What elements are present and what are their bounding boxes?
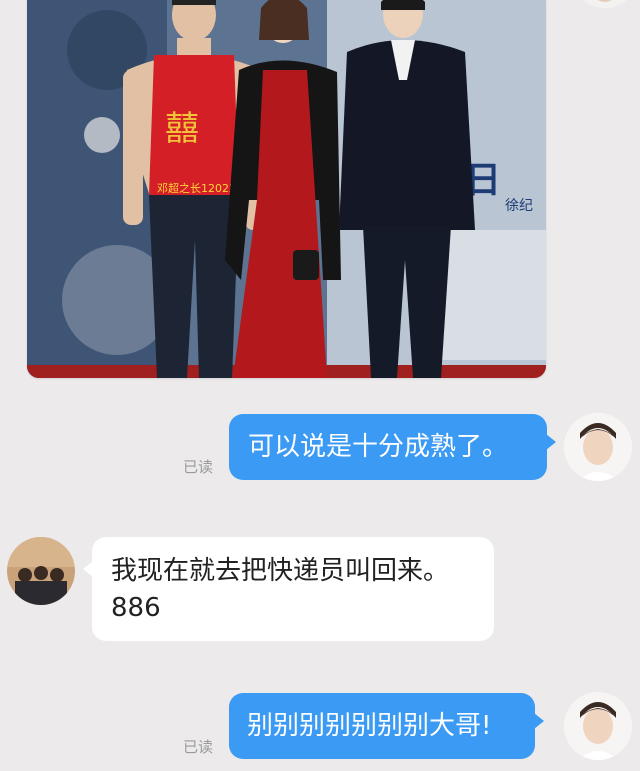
image-message[interactable]: 日 徐纪 囍 邓超之长12022	[27, 0, 546, 378]
outgoing-message-bubble[interactable]: 可以说是十分成熟了。	[229, 414, 556, 480]
my-avatar[interactable]	[564, 413, 632, 481]
incoming-message-bubble[interactable]: 我现在就去把快递员叫回来。 886	[83, 537, 494, 641]
red-carpet-photo: 日 徐纪 囍 邓超之长12022	[27, 0, 546, 378]
chat-conversation: 日 徐纪 囍 邓超之长12022 已读 可以说是十分成熟了。 我现在就去把快递员…	[0, 0, 640, 771]
read-status: 已读	[183, 738, 214, 756]
poster-name: 徐纪	[505, 198, 533, 214]
message-text: 别别别别别别别大哥!	[247, 711, 492, 741]
contact-avatar[interactable]	[7, 537, 75, 605]
message-text: 可以说是十分成熟了。	[248, 432, 509, 462]
outgoing-message-bubble[interactable]: 别别别别别别别大哥!	[229, 693, 544, 759]
read-status: 已读	[183, 458, 214, 476]
my-avatar[interactable]	[564, 692, 632, 760]
sender-avatar[interactable]	[572, 0, 638, 8]
apron-text: 邓超之长12022	[157, 181, 236, 195]
message-text-line-1: 我现在就去把快递员叫回来。	[111, 556, 450, 586]
message-text-line-2: 886	[111, 593, 161, 623]
apron-character: 囍	[165, 109, 199, 149]
